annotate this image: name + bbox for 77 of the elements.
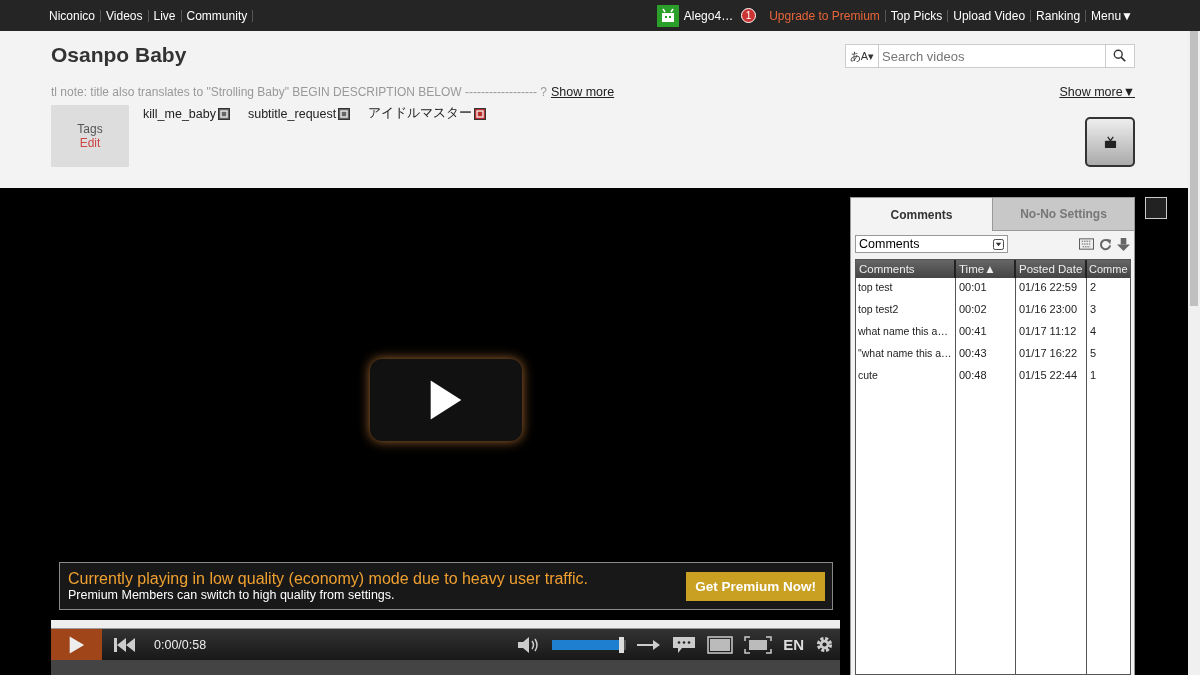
scrollbar-thumb[interactable]	[1190, 31, 1198, 306]
skip-back-icon[interactable]	[113, 636, 137, 653]
search-field[interactable]: あA▾ Search videos	[844, 44, 1135, 68]
screen-size-icon[interactable]	[707, 635, 734, 654]
language-button[interactable]: EN	[783, 636, 804, 653]
tag-link[interactable]: アイドルマスター	[368, 105, 473, 122]
table-cell: top test	[856, 278, 956, 300]
show-more-link[interactable]: Show more▼	[1059, 85, 1135, 99]
premium-link[interactable]: Upgrade to Premium	[764, 9, 886, 22]
notice-text: Premium Members can switch to high quality from settings.	[68, 588, 396, 602]
table-cell: 00:48	[956, 366, 1016, 388]
play-icon	[428, 378, 463, 422]
locked-tag-icon[interactable]	[474, 107, 487, 120]
tv-button[interactable]	[1085, 117, 1135, 167]
notice-title: Currently playing in low quality (economy) mode due to heavy user traffic.	[68, 570, 588, 588]
column-header[interactable]: Posted Date	[1016, 260, 1087, 278]
nav-link[interactable]: Top Picks	[885, 9, 949, 22]
nav-link[interactable]: Live	[148, 9, 182, 22]
description-text: tl note: title also translates to "Strolling Baby" BEGIN DESCRIPTION BELOW ------------------ ?	[51, 85, 547, 99]
table-cell: 01/17 16:22	[1016, 344, 1087, 366]
comment-row[interactable]: top test 00:01 01/16 22:59 2	[856, 278, 1130, 300]
table-cell-text: 4	[1089, 324, 1098, 339]
table-cell-text: 5	[1089, 346, 1098, 361]
edit-link[interactable]: Edit	[79, 136, 101, 150]
volume-slider[interactable]	[552, 639, 627, 650]
show-more-link[interactable]: Show more	[550, 85, 615, 99]
tags-label: Tags	[77, 122, 103, 136]
column-header[interactable]: Time▲	[956, 260, 1016, 278]
tag-link[interactable]: subtitle_request	[247, 106, 337, 121]
table-cell: 01/16 23:00	[1016, 300, 1087, 322]
tag-icon[interactable]	[338, 107, 351, 120]
nav-link[interactable]: Community	[181, 9, 254, 22]
comments-dropdown[interactable]: Comments	[855, 235, 1008, 253]
table-cell: 01/16 22:59	[1016, 278, 1087, 300]
comment-row[interactable]: "what name this a… 00:43 01/17 16:22 5	[856, 344, 1130, 366]
fullscreen-icon[interactable]	[744, 635, 773, 654]
comment-bubble-icon[interactable]	[672, 635, 697, 654]
table-cell: 00:01	[956, 278, 1016, 300]
table-cell: 00:43	[956, 344, 1016, 366]
time-display: 0:00/0:58	[154, 637, 207, 652]
table-cell: what name this a…	[856, 322, 956, 344]
video-title: Osanpo Baby	[51, 43, 187, 67]
dropdown-caret-icon	[993, 238, 1004, 250]
column-header[interactable]: Comments	[856, 260, 956, 278]
arrow-icon[interactable]	[637, 638, 662, 651]
download-icon[interactable]	[1117, 237, 1130, 251]
table-cell: cute	[856, 366, 956, 388]
settings-icon[interactable]	[815, 635, 834, 654]
table-cell: 01/17 11:12	[1016, 322, 1087, 344]
comment-row[interactable]: top test2 00:02 01/16 23:00 3	[856, 300, 1130, 322]
table-cell-text: 2	[1089, 280, 1098, 295]
play-icon	[68, 634, 85, 655]
nav-link[interactable]: Videos	[101, 9, 149, 22]
tag-link[interactable]: kill_me_baby	[143, 106, 216, 121]
comment-row[interactable]: what name this a… 00:41 01/17 11:12 4	[856, 322, 1130, 344]
table-cell: 00:41	[956, 322, 1016, 344]
refresh-icon[interactable]	[1099, 237, 1112, 251]
play-button[interactable]	[369, 359, 522, 441]
tag-icon[interactable]	[217, 107, 230, 120]
table-cell: top test2	[856, 300, 956, 322]
keyboard-icon[interactable]	[1079, 238, 1094, 250]
table-cell: "what name this a…	[856, 344, 956, 366]
user-name[interactable]: Alego4…	[683, 8, 734, 23]
nav-link[interactable]: Upload Video	[948, 9, 1032, 22]
table-cell-text: 3	[1089, 302, 1098, 317]
tv-avatar-icon[interactable]	[656, 4, 679, 27]
nav-link[interactable]: Niconico	[49, 9, 102, 22]
side-button[interactable]	[1145, 197, 1167, 219]
table-cell: 00:02	[956, 300, 1016, 322]
comment-row[interactable]: cute 00:48 01/15 22:44 1	[856, 366, 1130, 388]
notification-badge[interactable]: 1	[741, 8, 757, 23]
table-cell: 01/15 22:44	[1016, 366, 1087, 388]
nav-link[interactable]: Menu▼	[1086, 9, 1138, 22]
nav-link[interactable]: Ranking	[1031, 9, 1087, 22]
tv-icon	[1103, 135, 1117, 149]
column-header[interactable]: Comme	[1087, 260, 1130, 278]
table-cell-text: 1	[1089, 368, 1098, 383]
